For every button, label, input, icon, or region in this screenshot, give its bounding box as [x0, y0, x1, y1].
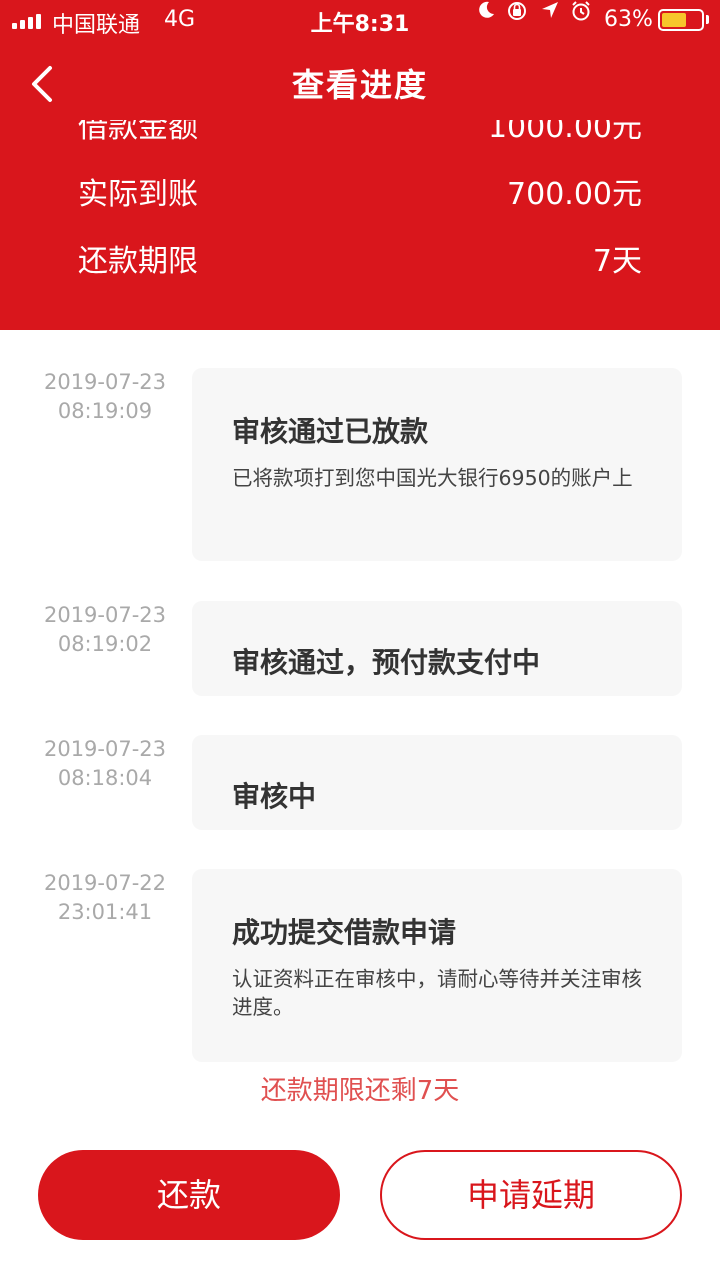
- moon-icon: [476, 0, 496, 24]
- timeline-date: 2019-07-22: [43, 871, 167, 895]
- timeline-title: 审核中: [232, 780, 317, 813]
- timeline-description: 认证资料正在审核中，请耐心等待并关注审核进度。: [232, 967, 642, 1019]
- repay-remaining-notice: 还款期限还剩7天: [260, 1076, 460, 1106]
- status-bar: 中国联通 4G 上午8:31 63%: [0, 0, 720, 40]
- page-title: 查看进度: [291, 66, 428, 104]
- orientation-lock-icon: [506, 0, 528, 26]
- repay-term-row: 还款期限 7天: [78, 230, 642, 280]
- timeline-date: 2019-07-23: [43, 370, 167, 394]
- battery-level-fill: [662, 13, 686, 27]
- timeline-card: 成功提交借款申请 认证资料正在审核中，请耐心等待并关注审核进度。: [192, 869, 682, 1062]
- timeline-description: 已将款项打到您中国光大银行6950的账户上: [232, 466, 633, 490]
- timeline-card: 审核中: [192, 735, 682, 830]
- actual-received-label: 实际到账: [78, 177, 198, 212]
- timeline-card: 审核通过，预付款支付中: [192, 601, 682, 696]
- timeline-date: 2019-07-23: [43, 603, 167, 627]
- repay-term-label: 还款期限: [78, 244, 198, 279]
- timeline-time: 08:18:04: [57, 766, 153, 790]
- actual-received-value: 700.00元: [507, 177, 642, 212]
- timeline-time: 23:01:41: [57, 900, 153, 924]
- location-arrow-icon: [540, 0, 560, 24]
- timeline-date: 2019-07-23: [43, 737, 167, 761]
- repay-button[interactable]: 还款: [38, 1150, 340, 1240]
- timeline-timestamp: 2019-07-22 23:01:41: [30, 869, 180, 927]
- header-panel: 中国联通 4G 上午8:31 63% 查看进度 借款金额 1000.00元 实际…: [0, 0, 720, 330]
- timeline-time: 08:19:02: [57, 632, 153, 656]
- timeline-timestamp: 2019-07-23 08:19:09: [30, 368, 180, 426]
- navigation-bar: 查看进度: [0, 40, 720, 120]
- battery-icon: [658, 9, 704, 31]
- repay-term-value: 7天: [592, 244, 642, 279]
- apply-extension-button[interactable]: 申请延期: [380, 1150, 682, 1240]
- timeline-timestamp: 2019-07-23 08:19:02: [30, 601, 180, 659]
- battery-cap: [706, 15, 709, 24]
- timeline-title: 成功提交借款申请: [232, 916, 457, 949]
- timeline-title: 审核通过已放款: [232, 415, 429, 448]
- battery-percent: 63%: [604, 7, 653, 32]
- alarm-icon: [570, 0, 592, 26]
- timeline-title: 审核通过，预付款支付中: [232, 646, 541, 679]
- timeline-time: 08:19:09: [57, 399, 153, 423]
- timeline-timestamp: 2019-07-23 08:18:04: [30, 735, 180, 793]
- timeline-card: 审核通过已放款 已将款项打到您中国光大银行6950的账户上: [192, 368, 682, 561]
- actual-received-row: 实际到账 700.00元: [78, 163, 642, 213]
